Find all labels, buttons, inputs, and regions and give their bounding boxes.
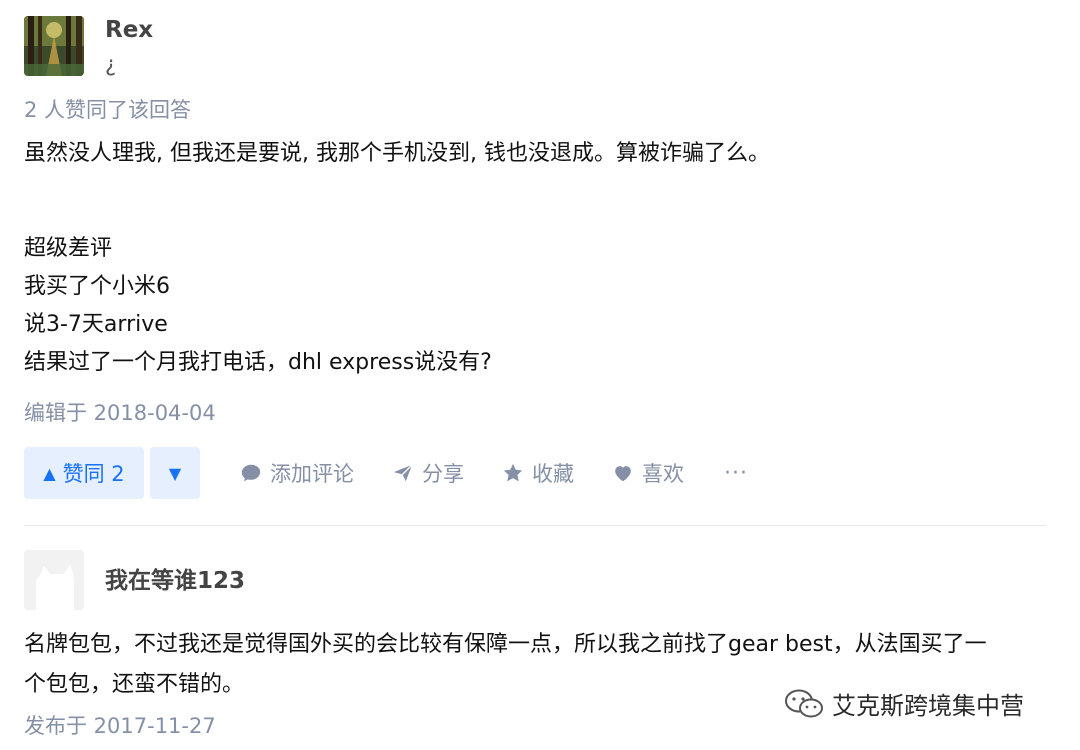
- paper-plane-icon: [393, 464, 413, 482]
- author-bio: ¿: [105, 52, 117, 76]
- content-line: 我买了个小米6: [24, 274, 170, 299]
- like-label: 喜欢: [642, 462, 684, 486]
- published-time[interactable]: 发布于 2017-11-27: [24, 712, 216, 740]
- answer-author: 我在等谁123: [24, 550, 1046, 610]
- like-button[interactable]: 喜欢: [612, 458, 684, 488]
- answer-actions: ▲ 赞同 2 ▼ 添加评论 分享 收藏 喜欢 ···: [24, 447, 748, 499]
- content-line: 结果过了一个月我打电话，dhl express说没有?: [24, 350, 492, 375]
- author-name[interactable]: Rex: [105, 16, 153, 44]
- vote-summary: 2 人赞同了该回答: [24, 98, 192, 122]
- share-button[interactable]: 分享: [392, 458, 464, 488]
- triangle-up-icon: ▲: [43, 463, 56, 483]
- answer-content: 虽然没人理我, 但我还是要说, 我那个手机没到, 钱也没退成。算被诈骗了么。 超…: [24, 135, 770, 382]
- comment-icon: [241, 464, 261, 482]
- forest-avatar-image: [24, 16, 84, 76]
- favorite-button[interactable]: 收藏: [502, 458, 574, 488]
- watermark: 艾克斯跨境集中营: [784, 686, 1024, 721]
- star-icon: [503, 463, 523, 482]
- edited-time[interactable]: 编辑于 2018-04-04: [24, 399, 216, 427]
- answer-card-2: 我在等谁123 名牌包包，不过我还是觉得国外买的会比较有保障一点，所以我之前找了…: [24, 550, 1046, 738]
- watermark-text: 艾克斯跨境集中营: [832, 692, 1024, 720]
- author-avatar[interactable]: [24, 16, 84, 76]
- heart-icon: [615, 466, 631, 482]
- more-options-button[interactable]: ···: [724, 461, 748, 486]
- content-line: 名牌包包，不过我还是觉得国外买的会比较有保障一点，所以我之前找了gear bes…: [24, 632, 987, 657]
- default-avatar-icon: [24, 550, 84, 610]
- content-line: 虽然没人理我, 但我还是要说, 我那个手机没到, 钱也没退成。算被诈骗了么。: [24, 141, 770, 166]
- content-line: 超级差评: [24, 236, 113, 261]
- upvote-button[interactable]: ▲ 赞同 2: [24, 447, 144, 499]
- answer-author: Rex ¿: [24, 16, 1046, 78]
- author-avatar[interactable]: [24, 550, 84, 610]
- wechat-icon: [785, 689, 823, 717]
- answer-divider: [24, 525, 1046, 526]
- content-line: 说3-7天arrive: [24, 312, 168, 337]
- triangle-down-icon: ▼: [168, 463, 182, 483]
- favorite-label: 收藏: [532, 462, 574, 486]
- upvote-label: 赞同 2: [62, 462, 125, 486]
- answer-card-1: Rex ¿ 2 人赞同了该回答 虽然没人理我, 但我还是要说, 我那个手机没到,…: [24, 16, 1046, 499]
- share-label: 分享: [422, 462, 464, 486]
- comment-label: 添加评论: [270, 462, 354, 486]
- add-comment-button[interactable]: 添加评论: [240, 458, 354, 488]
- author-name[interactable]: 我在等谁123: [105, 567, 245, 595]
- downvote-button[interactable]: ▼: [150, 447, 200, 499]
